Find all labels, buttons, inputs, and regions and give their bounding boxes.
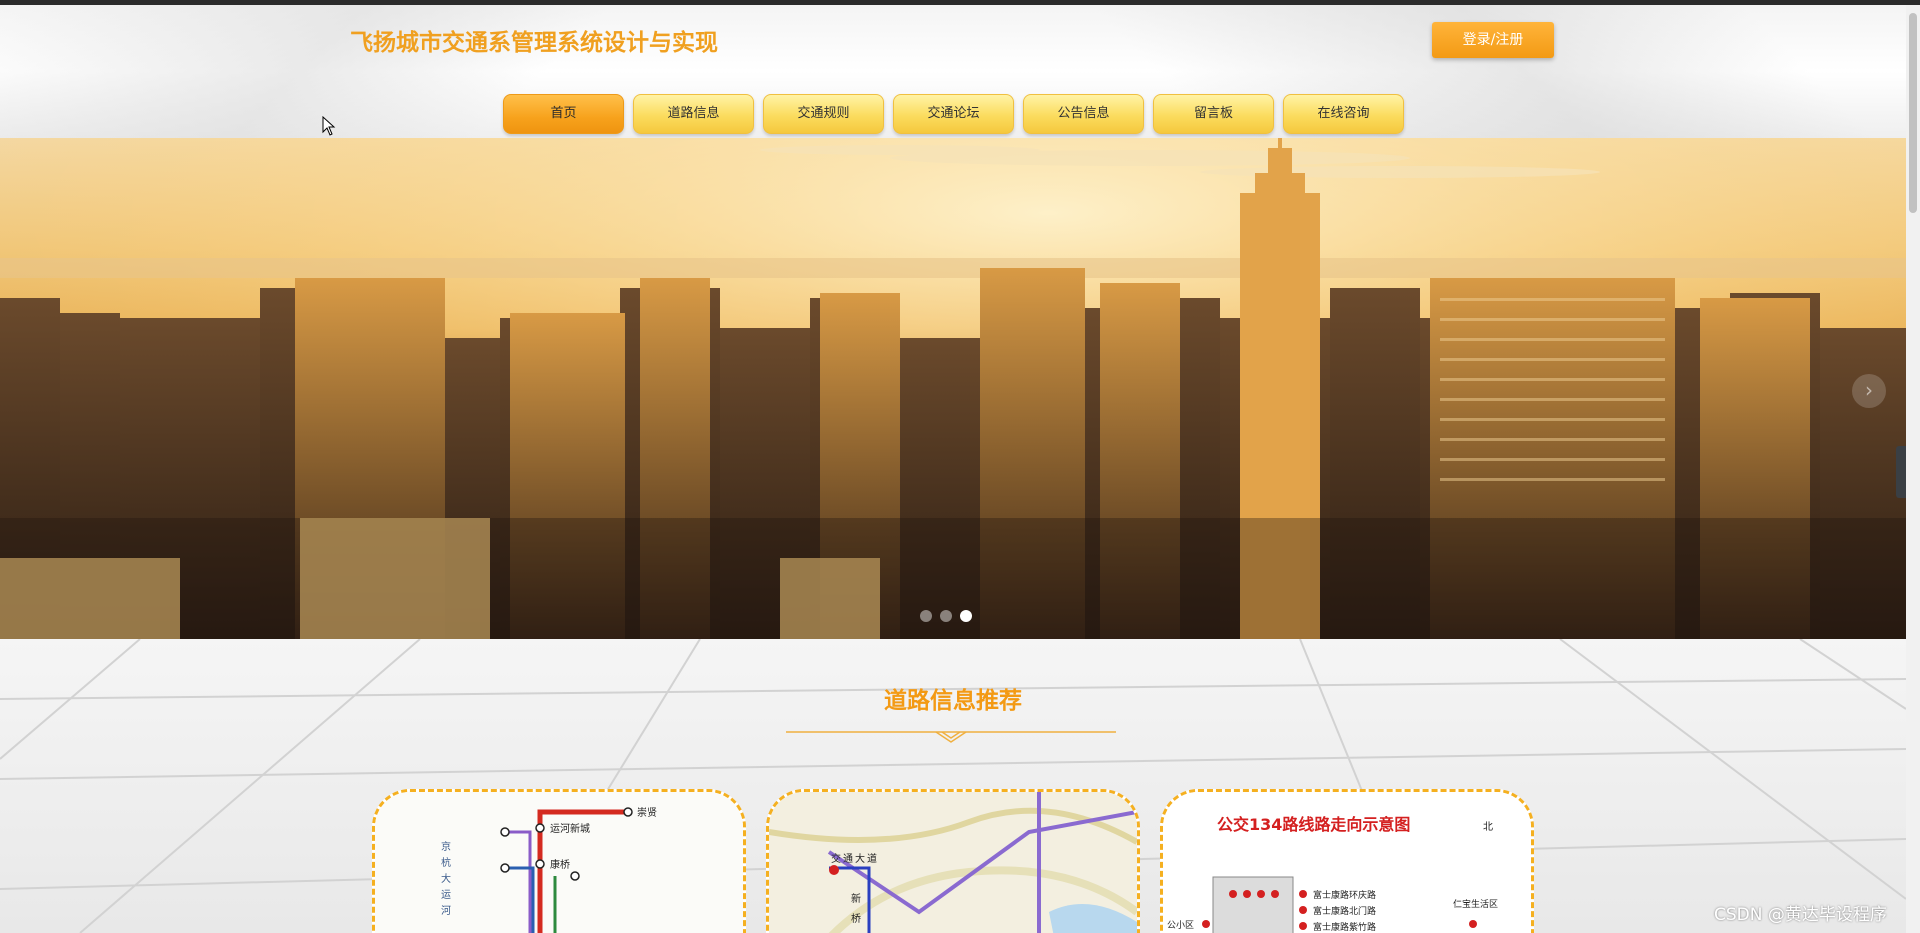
bus-stop-zizhu: 富士康路紫竹路: [1313, 921, 1376, 933]
nav-item-traffic-forum[interactable]: 交通论坛: [893, 94, 1014, 134]
nav-item-online-consult[interactable]: 在线咨询: [1283, 94, 1404, 134]
map-label-yunhe: 运河新城: [550, 822, 590, 835]
map-label-kangqiao: 康桥: [550, 858, 570, 871]
bus-route-title: 公交134路线路走向示意图: [1217, 815, 1410, 834]
map-label-north: 北: [1483, 821, 1493, 833]
nav-item-home[interactable]: 首页: [503, 94, 624, 134]
metro-line-map-image: 崇贤 运河新城 京 杭 大 运 河 康桥: [375, 792, 743, 933]
section-title-divider: [786, 731, 1116, 743]
road-card-2[interactable]: 交 通 大 道 新 桥: [766, 789, 1140, 933]
map-label-yun: 运: [441, 889, 451, 901]
map-label-jiao: 交: [831, 852, 841, 865]
login-register-button[interactable]: 登录/注册: [1432, 22, 1554, 58]
bus-route-diagram-image: 公交134路线路走向示意图 北 富士康路环庆路 富士康路北门路 富士康路紫竹路 …: [1163, 792, 1531, 933]
map-label-tong: 通: [843, 853, 853, 865]
banner-dot-1[interactable]: [920, 610, 932, 622]
section-title: 道路信息推荐: [884, 688, 1022, 714]
chevron-right-icon: ›: [1865, 378, 1873, 402]
banner-next-button[interactable]: ›: [1852, 374, 1886, 408]
nav-item-road-info[interactable]: 道路信息: [633, 94, 754, 134]
site-title: 飞扬城市交通系管理系统设计与实现: [350, 30, 718, 56]
banner-dot-3[interactable]: [960, 610, 972, 622]
bus-stop-renbao: 仁宝生活区: [1453, 898, 1498, 910]
bus-stop-huanqing: 富士康路环庆路: [1313, 889, 1376, 901]
bus-stop-xiaoqu: 公小区: [1167, 920, 1194, 931]
hero-banner[interactable]: ›: [0, 138, 1906, 639]
road-card-3[interactable]: 公交134路线路走向示意图 北 富士康路环庆路 富士康路北门路 富士康路紫竹路 …: [1160, 789, 1534, 933]
city-road-map-image: 交 通 大 道 新 桥: [769, 792, 1137, 933]
map-label-hang: 杭: [441, 856, 451, 869]
bus-stop-beimen: 富士康路北门路: [1313, 905, 1376, 917]
banner-pagination: [920, 610, 972, 622]
site-header: 飞扬城市交通系管理系统设计与实现 登录/注册 首页 道路信息 交通规则 交通论坛…: [0, 5, 1906, 138]
main-nav: 首页 道路信息 交通规则 交通论坛 公告信息 留言板 在线咨询: [503, 94, 1404, 134]
map-label-chongxian: 崇贤: [637, 807, 657, 819]
banner-dot-2[interactable]: [940, 610, 952, 622]
map-label-he: 河: [441, 905, 451, 917]
map-label-dao-1: 大: [855, 852, 865, 865]
road-info-section: 道路信息推荐 崇贤 运河新城 京 杭 大 运 河 康桥 交 通 大 道 新 桥 …: [0, 639, 1906, 933]
map-label-jing: 京: [441, 840, 451, 853]
road-card-1[interactable]: 崇贤 运河新城 京 杭 大 运 河 康桥: [372, 789, 746, 933]
nav-item-announcements[interactable]: 公告信息: [1023, 94, 1144, 134]
scrollbar-thumb[interactable]: [1909, 13, 1917, 213]
mouse-cursor-icon: [322, 116, 336, 136]
map-label-da: 大: [441, 872, 451, 885]
map-label-dao-2: 道: [867, 852, 877, 865]
nav-item-traffic-rules[interactable]: 交通规则: [763, 94, 884, 134]
csdn-watermark: CSDN @黄达毕设程序: [1714, 905, 1887, 925]
map-label-xin: 新: [851, 892, 861, 905]
city-skyline-image: [0, 138, 1906, 639]
vertical-scrollbar[interactable]: [1906, 5, 1920, 933]
nav-item-message-board[interactable]: 留言板: [1153, 94, 1274, 134]
map-label-qiao: 桥: [851, 913, 861, 925]
